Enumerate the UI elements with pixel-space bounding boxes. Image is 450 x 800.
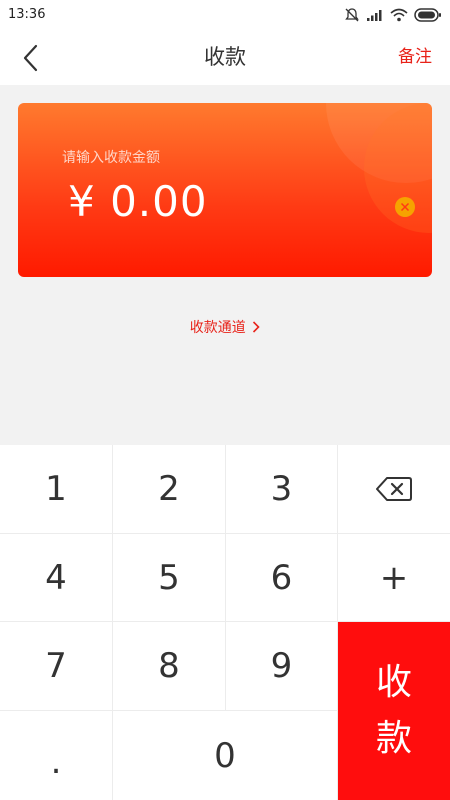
backspace-icon (376, 477, 412, 501)
chevron-left-icon (23, 44, 38, 72)
numeric-keypad: 1 2 3 4 5 6 + 7 8 9 . 0 收款 (0, 445, 450, 800)
main-content: 请输入收款金额 ¥ 0.00 收款通道 (0, 85, 450, 445)
payment-channel-link[interactable]: 收款通道 (0, 317, 450, 337)
status-icons (344, 6, 442, 24)
clear-amount-button[interactable] (395, 197, 415, 217)
wifi-icon (390, 8, 408, 22)
payment-channel-label: 收款通道 (189, 320, 246, 336)
battery-icon (414, 8, 441, 22)
header: 收款 备注 (0, 30, 450, 85)
collect-payment-label: 收款 (375, 662, 412, 759)
collect-payment-button[interactable]: 收款 (338, 622, 450, 800)
key-1[interactable]: 1 (0, 445, 113, 534)
bell-muted-icon (345, 8, 359, 22)
back-button[interactable] (14, 42, 48, 74)
key-6[interactable]: 6 (226, 534, 338, 622)
amount-prompt: 请输入收款金额 (62, 150, 160, 166)
plus-key[interactable]: + (338, 534, 450, 622)
key-7[interactable]: 7 (0, 622, 113, 711)
key-4[interactable]: 4 (0, 534, 113, 622)
backspace-key[interactable] (338, 445, 450, 534)
decimal-key[interactable]: . (0, 711, 113, 800)
status-time: 13:36 (8, 7, 46, 22)
amount-display[interactable]: ¥ 0.00 (68, 177, 208, 226)
amount-card: 请输入收款金额 ¥ 0.00 (18, 103, 432, 277)
key-9[interactable]: 9 (226, 622, 338, 711)
note-button[interactable]: 备注 (398, 30, 432, 85)
signal-icon (367, 10, 382, 21)
key-2[interactable]: 2 (113, 445, 226, 534)
page-title: 收款 (204, 45, 246, 69)
key-5[interactable]: 5 (113, 534, 226, 622)
close-icon (400, 202, 410, 212)
key-8[interactable]: 8 (113, 622, 226, 711)
key-3[interactable]: 3 (226, 445, 338, 534)
chevron-right-icon (253, 321, 260, 333)
key-0[interactable]: 0 (113, 711, 338, 800)
status-bar: 13:36 (0, 0, 450, 30)
